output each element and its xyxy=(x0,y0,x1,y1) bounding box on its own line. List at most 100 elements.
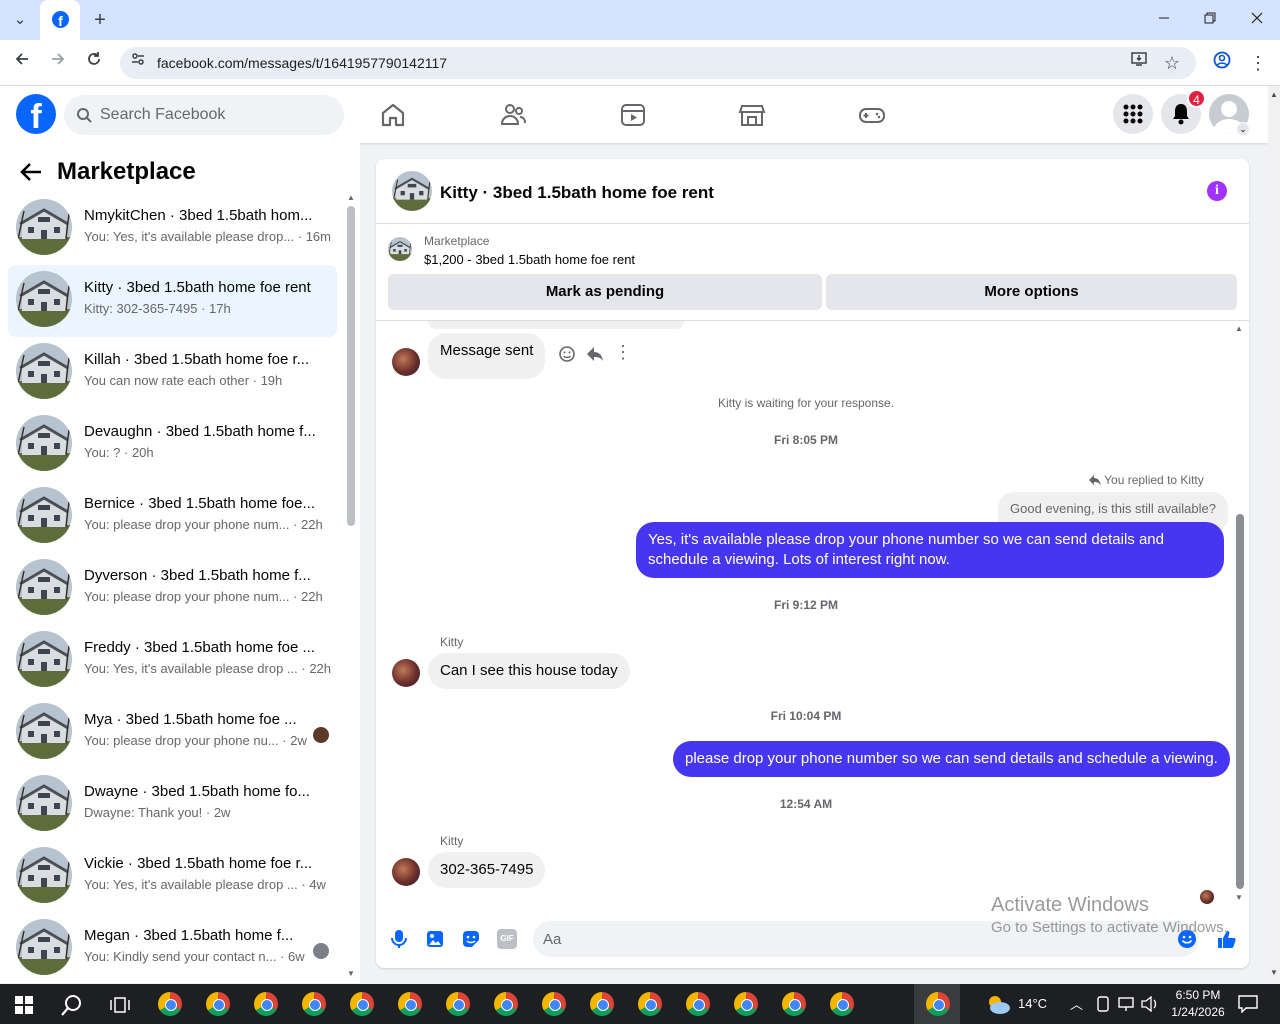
conversation-snippet: You: please drop your phone num... · 22h xyxy=(84,589,323,604)
chat-listing-avatar[interactable] xyxy=(392,171,432,211)
forward-icon[interactable] xyxy=(46,51,70,75)
conversation-item[interactable]: Mya · 3bed 1.5bath home foe ... You: plea… xyxy=(8,697,337,769)
chrome-app-icon[interactable] xyxy=(542,992,566,1016)
back-icon[interactable] xyxy=(10,51,34,75)
left-scrollbar[interactable] xyxy=(347,206,355,526)
chrome-app-icon[interactable] xyxy=(686,992,710,1016)
minimize-icon[interactable] xyxy=(1152,8,1176,32)
browser-tab-facebook[interactable]: f xyxy=(40,0,80,40)
mark-as-pending-button[interactable]: Mark as pending xyxy=(388,274,822,310)
kitty-avatar[interactable] xyxy=(392,858,420,886)
listing-price[interactable]: $1,200 - 3bed 1.5bath home foe rent xyxy=(424,252,635,267)
conversation-item[interactable]: Devaughn · 3bed 1.5bath home f... You: ? … xyxy=(8,409,337,481)
page-scroll-up-icon[interactable]: ▲ xyxy=(1270,90,1278,99)
show-hidden-icons-icon[interactable]: ︿ xyxy=(1070,994,1083,1013)
reply-icon[interactable] xyxy=(586,345,604,363)
react-smiley-icon[interactable] xyxy=(558,345,576,363)
url-text: facebook.com/messages/t/1641957790142117 xyxy=(157,55,448,71)
chrome-app-icon[interactable] xyxy=(734,992,758,1016)
notification-center-icon[interactable] xyxy=(1238,995,1258,1013)
account-chevron-icon[interactable]: ⌄ xyxy=(1236,122,1250,136)
search-icon xyxy=(77,108,92,123)
chrome-app-icon[interactable] xyxy=(926,992,950,1016)
browser-menu-icon[interactable]: ⋮ xyxy=(1246,51,1270,75)
video-icon[interactable] xyxy=(618,100,648,130)
facebook-logo-icon[interactable]: f xyxy=(16,94,56,136)
clock-date[interactable]: 1/24/2026 xyxy=(1163,1005,1233,1019)
chat-title[interactable]: Kitty · 3bed 1.5bath home foe rent xyxy=(440,183,714,203)
restore-icon[interactable] xyxy=(1198,8,1222,32)
outgoing-message[interactable]: Yes, it's available please drop your pho… xyxy=(636,522,1224,578)
more-actions-icon[interactable]: ⋮ xyxy=(614,342,632,363)
conversation-item[interactable]: Bernice · 3bed 1.5bath home foe... You: p… xyxy=(8,481,337,553)
conversation-item[interactable]: Freddy · 3bed 1.5bath home foe ... You: Y… xyxy=(8,625,337,697)
chat-scroll-up-icon[interactable]: ▲ xyxy=(1235,324,1243,333)
incoming-message[interactable]: Can I see this house today xyxy=(428,653,630,689)
marketplace-icon[interactable] xyxy=(737,100,767,130)
chrome-app-icon[interactable] xyxy=(494,992,518,1016)
menu-grid-button[interactable] xyxy=(1113,94,1153,134)
device-icon[interactable] xyxy=(1096,996,1110,1012)
profile-icon[interactable] xyxy=(1210,51,1234,75)
message-sent-bubble[interactable]: Message sent xyxy=(428,333,546,379)
back-arrow-icon[interactable] xyxy=(20,162,42,182)
conversation-item[interactable]: Vickie · 3bed 1.5bath home foe r... You: … xyxy=(8,841,337,913)
outgoing-message[interactable]: please drop your phone number so we can … xyxy=(673,741,1230,777)
chrome-app-icon[interactable] xyxy=(590,992,614,1016)
clock-time[interactable]: 6:50 PM xyxy=(1168,988,1228,1002)
photo-icon[interactable] xyxy=(425,929,445,949)
windows-start-icon[interactable] xyxy=(15,996,33,1014)
chrome-app-icon[interactable] xyxy=(638,992,662,1016)
info-icon[interactable]: i xyxy=(1207,181,1227,201)
left-scroll-up-icon[interactable]: ▲ xyxy=(347,193,355,202)
taskbar-search-icon[interactable] xyxy=(61,994,83,1016)
conversation-item[interactable]: Killah · 3bed 1.5bath home foe r... You c… xyxy=(8,337,337,409)
kitty-avatar[interactable] xyxy=(392,659,420,687)
conversation-item[interactable]: Dyverson · 3bed 1.5bath home f... You: pl… xyxy=(8,553,337,625)
marketplace-title: Marketplace xyxy=(57,158,196,185)
incoming-message[interactable]: 302-365-7495 xyxy=(428,852,546,888)
chrome-app-icon[interactable] xyxy=(782,992,806,1016)
chrome-app-icon[interactable] xyxy=(254,992,278,1016)
bookmark-star-icon[interactable]: ☆ xyxy=(1160,51,1184,75)
timestamp: Fri 10:04 PM xyxy=(770,709,842,723)
conversation-item[interactable]: Kitty · 3bed 1.5bath home foe rent Kitty:… xyxy=(8,265,337,337)
chrome-app-icon[interactable] xyxy=(350,992,374,1016)
home-icon[interactable] xyxy=(378,100,408,130)
chrome-app-icon[interactable] xyxy=(830,992,854,1016)
weather-icon[interactable] xyxy=(984,992,1012,1016)
chrome-app-icon[interactable] xyxy=(398,992,422,1016)
site-info-icon[interactable] xyxy=(126,51,150,75)
gaming-icon[interactable] xyxy=(857,100,887,130)
close-window-icon[interactable] xyxy=(1245,8,1269,32)
address-bar[interactable]: facebook.com/messages/t/1641957790142117… xyxy=(120,47,1196,79)
listing-thumbnail[interactable] xyxy=(388,237,412,261)
network-icon[interactable] xyxy=(1118,996,1136,1012)
friends-icon[interactable] xyxy=(498,100,528,130)
kitty-avatar[interactable] xyxy=(392,348,420,376)
gif-icon[interactable]: GIF xyxy=(497,929,517,949)
left-scroll-down-icon[interactable]: ▼ xyxy=(347,969,355,978)
chat-scroll-down-icon[interactable]: ▼ xyxy=(1235,893,1243,902)
microphone-icon[interactable] xyxy=(389,929,409,949)
page-scrollbar[interactable]: ▲ ▼ xyxy=(1268,86,1280,983)
chrome-app-icon[interactable] xyxy=(206,992,230,1016)
sticker-icon[interactable] xyxy=(461,929,481,949)
conversation-item[interactable]: Dwayne · 3bed 1.5bath home fo... Dwayne: … xyxy=(8,769,337,841)
conversation-snippet: You: Yes, it's available please drop ...… xyxy=(84,877,326,892)
more-options-button[interactable]: More options xyxy=(826,274,1237,310)
task-view-icon[interactable] xyxy=(110,996,130,1014)
install-app-icon[interactable] xyxy=(1127,51,1151,75)
search-input[interactable]: Search Facebook xyxy=(64,95,344,135)
conversation-item[interactable]: Megan · 3bed 1.5bath home f... You: Kindl… xyxy=(8,913,337,985)
volume-icon[interactable] xyxy=(1141,996,1159,1012)
page-scroll-down-icon[interactable]: ▼ xyxy=(1270,968,1278,977)
chrome-app-icon[interactable] xyxy=(158,992,182,1016)
conversation-item[interactable]: NmykitChen · 3bed 1.5bath hom... You: Yes… xyxy=(8,193,337,265)
new-tab-icon[interactable]: + xyxy=(88,8,112,32)
chat-scrollbar[interactable] xyxy=(1236,514,1244,889)
tab-list-chevron-icon[interactable]: ⌄ xyxy=(8,8,32,32)
reload-icon[interactable] xyxy=(82,51,106,75)
chrome-app-icon[interactable] xyxy=(446,992,470,1016)
chrome-app-icon[interactable] xyxy=(302,992,326,1016)
